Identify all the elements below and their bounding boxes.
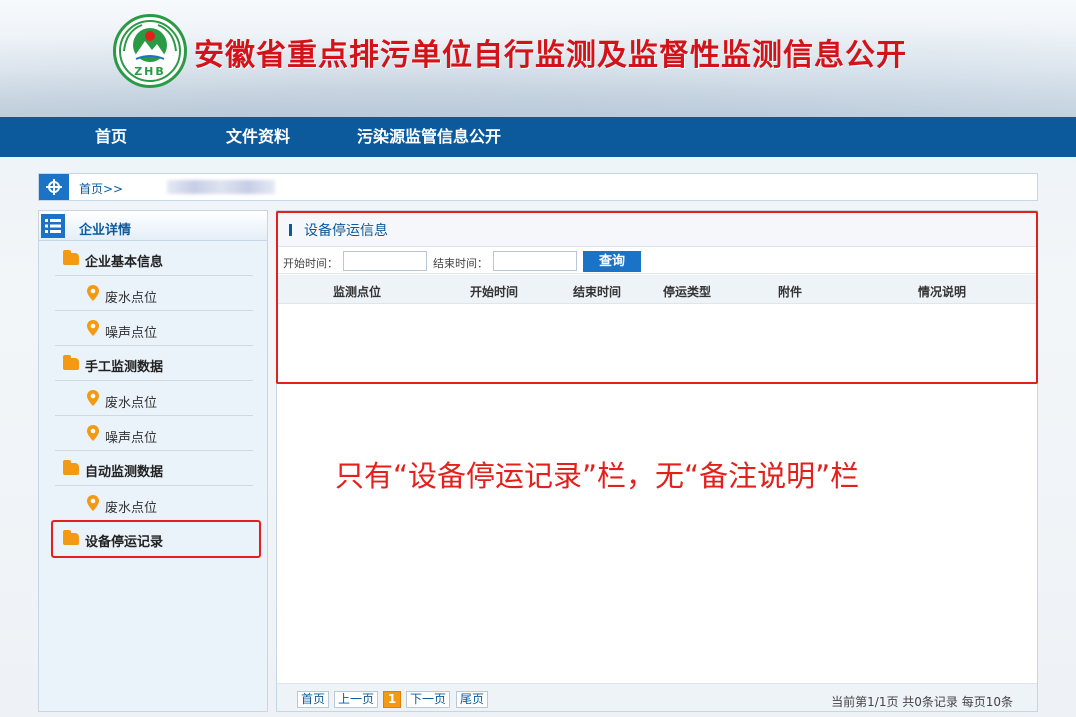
folder-icon	[63, 460, 79, 475]
location-pin-icon	[87, 495, 99, 511]
page-info: 当前第1/1页 共0条记录 每页10条	[831, 695, 1013, 709]
sidebar-item-wastewater[interactable]: 废水点位	[55, 486, 253, 521]
logo-text: ZHB	[134, 65, 166, 78]
annotation-note: 只有“设备停运记录”栏，无“备注说明”栏	[335, 459, 860, 493]
sidebar-item-label: 废水点位	[105, 501, 158, 516]
sidebar-title: 企业详情	[79, 223, 132, 238]
current-page-button[interactable]: 1	[383, 691, 401, 708]
sidebar-item-label: 废水点位	[105, 396, 158, 411]
zhb-logo: ZHB	[113, 14, 187, 88]
sidebar: 企业详情 企业基本信息 废水点位 噪声点位 手工监测数据 废水点位 噪声点位 自…	[38, 210, 268, 712]
sidebar-item-wastewater[interactable]: 废水点位	[55, 276, 253, 311]
site-header: ZHB 安徽省重点排污单位自行监测及监督性监测信息公开	[0, 0, 1076, 117]
highlight-box	[51, 520, 261, 558]
pagination: 首页 上一页 1 下一页 尾页 当前第1/1页 共0条记录 每页10条	[277, 683, 1037, 711]
sidebar-group-label: 手工监测数据	[85, 360, 164, 375]
location-pin-icon	[87, 285, 99, 301]
sidebar-group-manual-monitoring[interactable]: 手工监测数据	[55, 346, 253, 381]
sidebar-item-label: 废水点位	[105, 291, 158, 306]
sidebar-item-label: 噪声点位	[105, 326, 158, 341]
site-title: 安徽省重点排污单位自行监测及监督性监测信息公开	[194, 38, 907, 73]
sidebar-group-basic-info[interactable]: 企业基本信息	[55, 241, 253, 276]
nav-item-pollution-info[interactable]: 污染源监管信息公开	[357, 117, 501, 157]
location-pin-icon	[87, 425, 99, 441]
location-pin-icon	[87, 390, 99, 406]
highlight-box	[276, 211, 1038, 384]
first-page-button[interactable]: 首页	[297, 691, 330, 708]
breadcrumb-redacted-company	[167, 180, 275, 194]
sidebar-header: 企业详情	[39, 211, 267, 241]
last-page-button[interactable]: 尾页	[456, 691, 489, 708]
crosshair-icon	[39, 174, 69, 200]
sidebar-item-noise[interactable]: 噪声点位	[55, 416, 253, 451]
sidebar-group-label: 自动监测数据	[85, 465, 164, 480]
sidebar-group-label: 企业基本信息	[85, 255, 164, 270]
folder-icon	[63, 250, 79, 265]
sidebar-item-wastewater[interactable]: 废水点位	[55, 381, 253, 416]
main-panel: 设备停运信息 开始时间： 结束时间： 查询 监测点位 开始时间 结束时间 停运类…	[276, 210, 1038, 712]
next-page-button[interactable]: 下一页	[406, 691, 451, 708]
breadcrumb: 首页>>	[38, 173, 1038, 201]
main-nav: 首页 文件资料 污染源监管信息公开	[0, 117, 1076, 157]
sidebar-group-auto-monitoring[interactable]: 自动监测数据	[55, 451, 253, 486]
nav-item-documents[interactable]: 文件资料	[226, 117, 290, 157]
nav-item-home[interactable]: 首页	[95, 117, 127, 157]
prev-page-button[interactable]: 上一页	[334, 691, 379, 708]
folder-icon	[63, 355, 79, 370]
location-pin-icon	[87, 320, 99, 336]
sidebar-item-label: 噪声点位	[105, 431, 158, 446]
breadcrumb-home-link[interactable]: 首页>>	[79, 180, 123, 197]
sidebar-item-noise[interactable]: 噪声点位	[55, 311, 253, 346]
list-icon	[41, 214, 65, 238]
